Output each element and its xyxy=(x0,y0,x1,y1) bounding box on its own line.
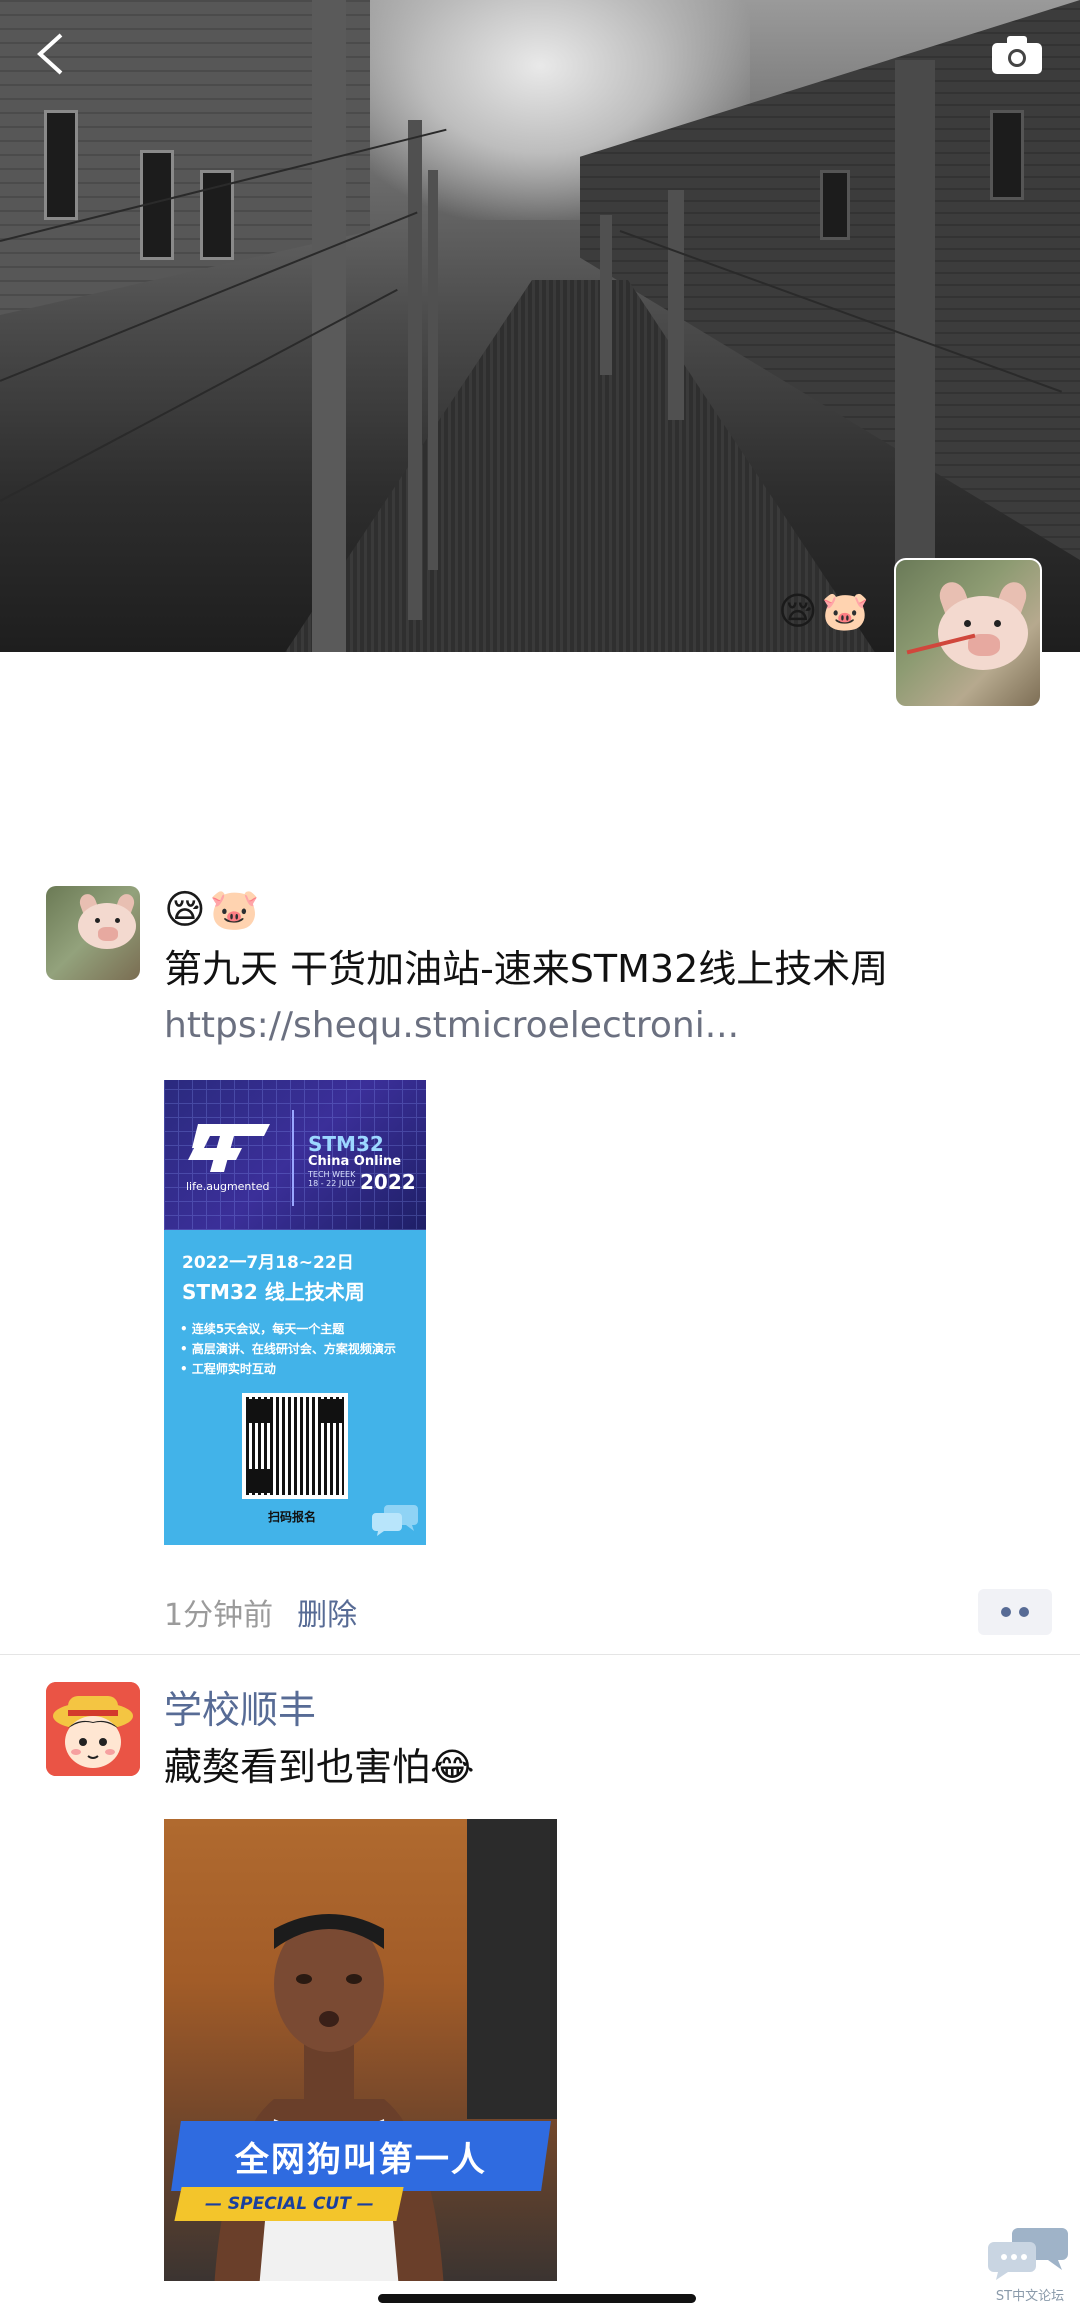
video-banner-text: 全网狗叫第一人 xyxy=(235,2139,487,2180)
fence-post xyxy=(600,215,612,375)
video-subtitle-text: — SPECIAL CUT — xyxy=(204,2194,374,2214)
camera-button[interactable] xyxy=(990,32,1044,78)
pig-avatar-image xyxy=(934,578,1034,682)
poster-bullet: • 高层演讲、在线研讨会、方案视频演示 xyxy=(180,1342,396,1356)
poster-event-year: 2022 xyxy=(360,1170,416,1194)
poster-bullet: • 连续5天会议，每天一个主题 xyxy=(180,1322,345,1336)
post-video-thumbnail[interactable]: 全网狗叫第一人 — SPECIAL CUT — xyxy=(164,1819,557,2281)
chat-bubbles-icon xyxy=(988,2228,1068,2280)
poster-title: STM32 线上技术周 xyxy=(182,1280,365,1304)
pig-avatar-image xyxy=(76,891,138,956)
cover-window xyxy=(990,110,1024,200)
st-logo-icon xyxy=(184,1120,280,1176)
st-tagline: life.augmented xyxy=(186,1180,270,1193)
post-nickname[interactable]: 学校顺丰 xyxy=(164,1682,1052,1738)
post-text: 藏獒看到也害怕😂 xyxy=(164,1745,475,1789)
video-banner: 全网狗叫第一人 xyxy=(171,2121,551,2191)
video-person-image xyxy=(214,1914,444,2281)
cover-window xyxy=(820,170,850,240)
post-text: 第九天 干货加油站-速来STM32线上技术周 xyxy=(164,947,889,991)
camera-icon xyxy=(992,36,1042,74)
fence-post xyxy=(408,120,422,620)
more-icon xyxy=(1001,1607,1011,1617)
watermark-text: ST中文论坛 xyxy=(995,2289,1065,2304)
home-indicator[interactable] xyxy=(378,2294,696,2303)
poster-scan-label: 扫码报名 xyxy=(268,1510,317,1524)
cover-photo[interactable]: 😪🐷 xyxy=(0,0,1080,652)
fence-post xyxy=(668,190,684,420)
post-image-poster[interactable]: life.augmented STM32 China Online TECH W… xyxy=(164,1080,426,1545)
chat-bubbles-icon xyxy=(372,1505,418,1536)
profile-avatar[interactable] xyxy=(894,558,1042,708)
poster-event-sub: China Online xyxy=(308,1154,402,1169)
cover-window xyxy=(44,110,78,220)
post-time: 1分钟前 xyxy=(164,1598,274,1633)
back-button[interactable] xyxy=(22,26,78,82)
post-link[interactable]: https://shequ.stmicroelectroni... xyxy=(164,998,1024,1054)
post-divider xyxy=(0,1654,1080,1655)
post-avatar[interactable] xyxy=(46,886,140,980)
cover-nickname-emoji: 😪🐷 xyxy=(778,589,873,633)
video-subtitle: — SPECIAL CUT — xyxy=(174,2187,404,2221)
poster-bullet: • 工程师实时互动 xyxy=(180,1362,276,1376)
cartoon-avatar-image xyxy=(46,1682,140,1776)
poster-event-title: STM32 xyxy=(308,1132,384,1156)
poster-event-dates: 18 - 22 JULY xyxy=(308,1179,356,1188)
delete-button[interactable]: 删除 xyxy=(297,1590,357,1634)
poster-event-week: TECH WEEK xyxy=(308,1170,356,1179)
fence-post xyxy=(895,60,935,580)
watermark: ST中文论坛 xyxy=(988,2224,1072,2304)
qr-code xyxy=(242,1393,348,1499)
more-actions-button[interactable] xyxy=(978,1589,1052,1635)
post-nickname[interactable]: 😪🐷 xyxy=(164,884,1052,940)
chevron-left-icon xyxy=(37,33,63,75)
post-avatar[interactable] xyxy=(46,1682,140,1776)
post-meta: 1分钟前 删除 xyxy=(164,1590,357,1634)
poster-date: 2022一7月18~22日 xyxy=(182,1253,354,1273)
fence-post xyxy=(428,170,438,570)
